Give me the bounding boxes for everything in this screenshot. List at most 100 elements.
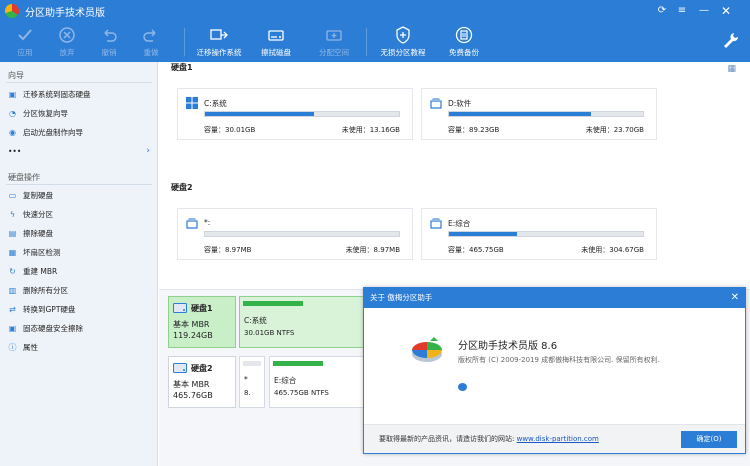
sidebar-item-delete-all-partitions[interactable]: ▥ 删除所有分区 [8, 283, 68, 297]
app-title: 分区助手技术员版 [25, 7, 105, 19]
partition-name: D:软件 [448, 99, 472, 108]
ssd-icon: ▣ [8, 323, 17, 333]
website-link[interactable]: www.disk-partition.com [517, 435, 599, 443]
partition-info: 30.01GB NTFS [244, 329, 295, 337]
rebuild-icon: ↻ [9, 266, 16, 276]
wipe-disk-icon [268, 30, 284, 41]
wizard-header: 向导 [8, 71, 24, 80]
redo-button[interactable]: 重做 [136, 22, 166, 62]
toolbar-divider [184, 28, 185, 56]
sidebar-item-convert-gpt[interactable]: ⇄ 转换到GPT硬盘 [8, 302, 75, 316]
partition-card-d[interactable]: D:软件 容量：89.23GB 未使用：23.70GB [421, 88, 657, 140]
sidebar-item-properties[interactable]: ⓘ 属性 [8, 340, 39, 354]
tools-button[interactable] [720, 22, 742, 62]
partition-card-c[interactable]: C:系统 容量：30.01GB 未使用：13.16GB [177, 88, 413, 140]
sidebar-item-copy-disk[interactable]: ▭ 复制硬盘 [8, 188, 53, 202]
sidebar-divider [6, 82, 152, 83]
partition-card-unallocated[interactable]: *: 容量：8.97MB 未使用：8.97MB [177, 208, 413, 260]
disk-type: 基本 MBR [173, 380, 210, 389]
partition-name: *: [204, 218, 211, 227]
menu-icon[interactable]: ≡ [674, 3, 690, 19]
partition-info: 8. [244, 389, 251, 397]
partition-usage-bar [243, 361, 261, 366]
dialog-title: 关于 傲梅分区助手 [370, 293, 433, 302]
dialog-title-bar: 关于 傲梅分区助手 ✕ [364, 288, 745, 308]
sidebar-item-rebuild-mbr[interactable]: ↻ 重建 MBR [8, 264, 57, 278]
sidebar-item-ssd-secure-erase[interactable]: ▣ 固态硬盘安全擦除 [8, 321, 83, 335]
convert-icon: ⇄ [9, 304, 16, 314]
lossless-label: 无损分区教程 [380, 48, 426, 57]
partition-card-e[interactable]: E:综合 容量：465.75GB 未使用：304.67GB [421, 208, 657, 260]
undo-icon [104, 29, 117, 42]
free-text: 未使用：23.70GB [585, 126, 644, 134]
disk1-box[interactable]: 硬盘1 基本 MBR 119.24GB [168, 296, 236, 348]
sidebar-item-partition-recovery[interactable]: ◔ 分区恢复向导 [8, 106, 68, 120]
copy-disk-icon: ▭ [8, 190, 17, 200]
usage-fill [449, 232, 517, 236]
apply-button[interactable]: 应用 [10, 22, 40, 62]
sidebar-item-label: 固态硬盘安全擦除 [23, 323, 83, 333]
wipe-disk-button[interactable]: 擦拭磁盘 [256, 22, 296, 62]
website-message-text: 要取得最新的产品资讯，请造访我们的网站: [379, 435, 517, 443]
disk2-unallocated-partition[interactable]: * 8. [239, 356, 265, 408]
sidebar-item-label: 复制硬盘 [23, 190, 53, 200]
backup-label: 免费备份 [449, 48, 479, 57]
eraser-icon: ▤ [8, 228, 17, 238]
partition-card-panel: 硬盘1 ▦ C:系统 容量：30.01GB 未使用：13.16GB D:软件 容… [159, 62, 750, 290]
sidebar-item-quick-partition[interactable]: ϟ 快速分区 [8, 207, 53, 221]
discard-button[interactable]: 放弃 [52, 22, 82, 62]
free-text: 未使用：8.97MB [345, 246, 400, 254]
sidebar-item-bootable-media[interactable]: ◉ 启动光盘制作向导 [8, 125, 83, 139]
view-toggle-icon[interactable]: ▦ [727, 64, 736, 74]
bad-sector-icon: ▦ [8, 247, 17, 257]
product-logo-icon [412, 337, 442, 362]
undo-button[interactable]: 撤销 [94, 22, 124, 62]
usage-bar [204, 231, 400, 237]
usage-bar [448, 111, 644, 117]
free-backup-button[interactable]: 免费备份 [444, 22, 484, 62]
lossless-tutorial-button[interactable]: 无损分区教程 [374, 22, 432, 62]
about-dialog: 关于 傲梅分区助手 ✕ 分区助手技术员版 8.6 版权所有 (C) 2009-2… [363, 287, 746, 454]
usage-bar [448, 231, 644, 237]
sidebar-item-wipe-disk[interactable]: ▤ 擦除硬盘 [8, 226, 53, 240]
minimize-button[interactable]: — [696, 3, 712, 19]
chevron-right-icon: › [146, 146, 150, 156]
free-text: 未使用：304.67GB [581, 246, 644, 254]
migrate-os-button[interactable]: 迁移操作系统 [190, 22, 248, 62]
redo-label: 重做 [143, 48, 159, 57]
usage-fill [205, 112, 314, 116]
sidebar-item-label: 属性 [23, 342, 38, 352]
toolbar-divider [366, 28, 367, 56]
hard-disk-icon [173, 363, 187, 373]
dialog-close-icon[interactable]: ✕ [731, 288, 739, 308]
disk2-partition-e[interactable]: E:综合 465.75GB NTFS [269, 356, 367, 408]
wipe-label: 擦拭磁盘 [261, 48, 291, 57]
partition-usage-bar [273, 361, 323, 366]
drive-icon [186, 218, 198, 229]
undo-label: 撤销 [101, 48, 117, 57]
refresh-icon[interactable]: ⟳ [654, 3, 670, 19]
sidebar-more[interactable]: ••• › [8, 144, 150, 158]
close-button[interactable]: ✕ [718, 3, 734, 19]
sidebar-item-label: 迁移系统到固态硬盘 [23, 89, 91, 99]
more-dots: ••• [8, 146, 22, 156]
sidebar-item-label: 删除所有分区 [23, 285, 68, 295]
capacity-text: 容量：465.75GB [448, 246, 504, 254]
disk2-box[interactable]: 硬盘2 基本 MBR 465.76GB [168, 356, 236, 408]
sidebar-item-label: 快速分区 [23, 209, 53, 219]
disk1-partition-c[interactable]: C:系统 30.01GB NTFS [239, 296, 367, 348]
discard-label: 放弃 [59, 48, 75, 57]
allocate-label: 分配空间 [319, 48, 349, 57]
allocate-space-button[interactable]: 分配空间 [312, 22, 356, 62]
partition-name: C:系统 [244, 316, 267, 325]
trash-icon: ▥ [8, 285, 17, 295]
bird-icon [458, 383, 467, 391]
sidebar-item-bad-sector-check[interactable]: ▦ 坏扇区检测 [8, 245, 61, 259]
ok-button[interactable]: 确定(O) [681, 431, 737, 448]
toolbar: 应用 放弃 撤销 重做 迁移操作系统 擦拭磁盘 分配空间 无损分区教程 免费备份 [0, 22, 750, 62]
allocate-icon [326, 30, 342, 41]
disc-icon: ◉ [9, 127, 16, 137]
sidebar-item-migrate-ssd[interactable]: ▣ 迁移系统到固态硬盘 [8, 87, 91, 101]
partition-name: C:系统 [204, 99, 227, 108]
windows-icon [186, 97, 198, 109]
